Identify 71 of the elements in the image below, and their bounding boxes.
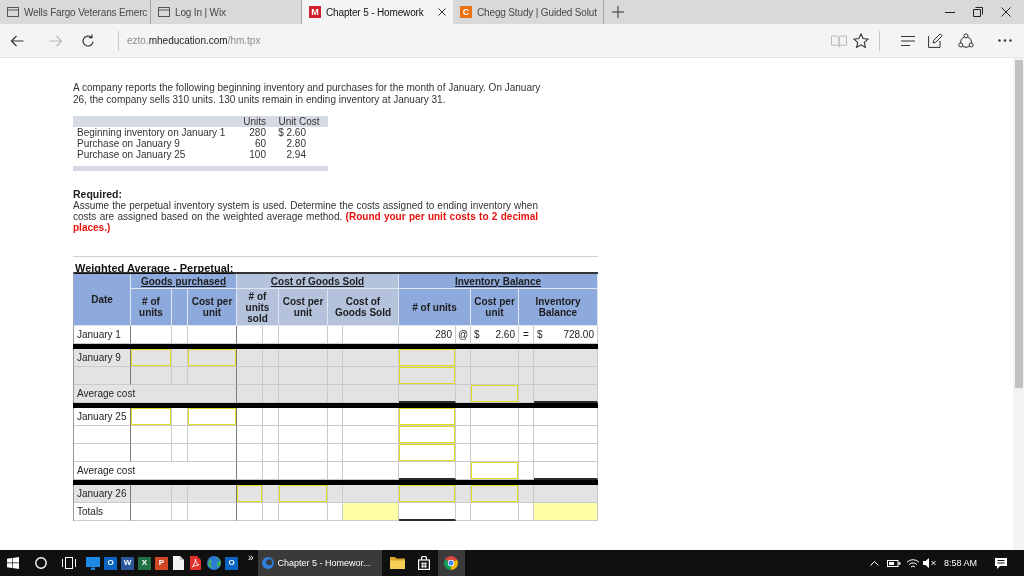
- column-header: Inventory Balance: [519, 289, 598, 326]
- table-cell-text: 100: [248, 149, 267, 160]
- app-tile[interactable]: W: [121, 556, 134, 570]
- taskbar-button[interactable]: Chapter 5 - Homewor...: [257, 550, 382, 576]
- document-icon[interactable]: [190, 556, 201, 570]
- browser-tab[interactable]: M Chapter 5 - Homework: [302, 0, 453, 24]
- column-header: # of units: [399, 289, 471, 326]
- table-cell-text: 280: [248, 127, 267, 138]
- plus-icon[interactable]: [612, 6, 624, 18]
- restore-icon[interactable]: [973, 7, 983, 17]
- app-tile[interactable]: P: [155, 556, 168, 570]
- document-icon[interactable]: [173, 556, 184, 570]
- problem-text: A company reports the following beginning inventory and purchases for the month of January. On January 26, the company sells 310 units. 130 units remain in ending inventory at January 31.: [73, 82, 542, 105]
- required-heading: Required:: [73, 188, 122, 200]
- site-logo: M: [309, 6, 321, 18]
- column-header: Cost of Goods Sold: [328, 289, 399, 326]
- row-label: Totals: [74, 503, 131, 521]
- table-cell-text: 2.80: [285, 138, 307, 149]
- close-icon[interactable]: [438, 8, 446, 16]
- circle-icon[interactable]: [35, 557, 47, 569]
- column-header: Units: [242, 116, 267, 127]
- row-label: Beginning inventory on January 1: [76, 127, 227, 138]
- page-icon: [7, 7, 19, 17]
- app-tile[interactable]: O: [104, 556, 117, 570]
- more-icon[interactable]: [998, 39, 1012, 42]
- table-cell-text: $ 2.60: [277, 127, 307, 138]
- chevron-up-icon[interactable]: [869, 560, 879, 566]
- battery-icon[interactable]: [886, 558, 901, 568]
- close-icon[interactable]: [1001, 7, 1011, 17]
- muted-speaker-icon[interactable]: [922, 558, 937, 568]
- table-cell-text: 2.94: [285, 149, 307, 160]
- column-header: Cost per unit: [471, 289, 519, 326]
- scrollbar[interactable]: [1013, 58, 1024, 550]
- column-header: Cost per unit: [188, 289, 237, 326]
- overflow-button[interactable]: »: [248, 553, 254, 563]
- table-cell-text: 60: [253, 138, 267, 149]
- panes-icon[interactable]: [7, 557, 19, 569]
- column-header: # of units: [131, 289, 172, 326]
- task-view-icon[interactable]: [62, 557, 76, 569]
- group-header: Inventory Balance: [399, 274, 598, 289]
- folder-icon[interactable]: [389, 557, 405, 569]
- star-icon[interactable]: [853, 32, 869, 49]
- address-field[interactable]: ezto.mheducation.com/hm.tpx: [127, 35, 261, 46]
- row-label: Purchase on January 25: [76, 149, 187, 160]
- shopping-bag-icon[interactable]: [418, 556, 431, 570]
- share-icon[interactable]: [958, 33, 974, 48]
- table-title: Weighted Average - Perpetual:: [75, 262, 234, 274]
- monitor-icon[interactable]: [86, 556, 100, 570]
- column-header: Cost per unit: [279, 289, 328, 326]
- minimize-icon[interactable]: [945, 11, 955, 13]
- globe-icon[interactable]: [207, 556, 221, 570]
- column-header: # of units sold: [237, 289, 279, 326]
- logo-icon[interactable]: [444, 556, 459, 570]
- notification-icon[interactable]: [995, 557, 1007, 569]
- column-header: Unit Cost: [277, 116, 321, 127]
- row-label: Purchase on January 9: [76, 138, 180, 149]
- app-tile[interactable]: O: [225, 556, 238, 570]
- group-header: Goods purchased: [131, 274, 237, 289]
- pen-icon[interactable]: [928, 33, 943, 48]
- clock-text[interactable]: 8:58 AM: [943, 558, 977, 568]
- menu-icon[interactable]: [900, 34, 916, 47]
- refresh-icon[interactable]: [81, 33, 95, 48]
- instructions-text: Assume the perpetual inventory system is used. Determine the costs assigned to ending inventory when costs are assigned based on the weighted average method. (Round your per unit costs to 2 decimal places.): [73, 200, 538, 233]
- app-tile[interactable]: X: [138, 556, 151, 570]
- page-icon: [158, 7, 170, 17]
- scrollbar-thumb[interactable]: [1015, 60, 1023, 388]
- site-logo: C: [460, 6, 472, 18]
- back-arrow-icon[interactable]: [10, 34, 24, 47]
- taskbar-button[interactable]: [437, 550, 465, 576]
- group-header: Cost of Goods Sold: [237, 274, 399, 289]
- wifi-icon[interactable]: [905, 557, 920, 569]
